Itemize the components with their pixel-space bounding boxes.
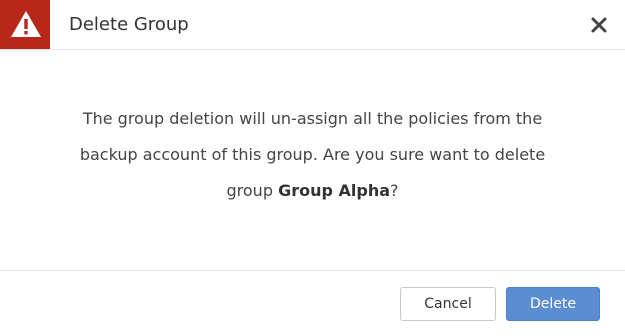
delete-button[interactable]: Delete [506,287,600,321]
dialog-body: The group deletion will un-assign all th… [0,50,625,270]
group-name: Group Alpha [278,181,390,200]
warning-icon [11,11,41,37]
close-icon [591,17,607,33]
message-end: ? [390,181,399,200]
warning-badge [0,0,50,49]
dialog-header: Delete Group [0,0,625,50]
cancel-button[interactable]: Cancel [400,287,496,321]
confirmation-message: The group deletion will un-assign all th… [60,101,565,209]
dialog-title: Delete Group [69,14,189,35]
close-button[interactable] [589,15,609,35]
dialog-footer: Cancel Delete [0,270,625,336]
delete-group-dialog: Delete Group The group deletion will un-… [0,0,625,336]
